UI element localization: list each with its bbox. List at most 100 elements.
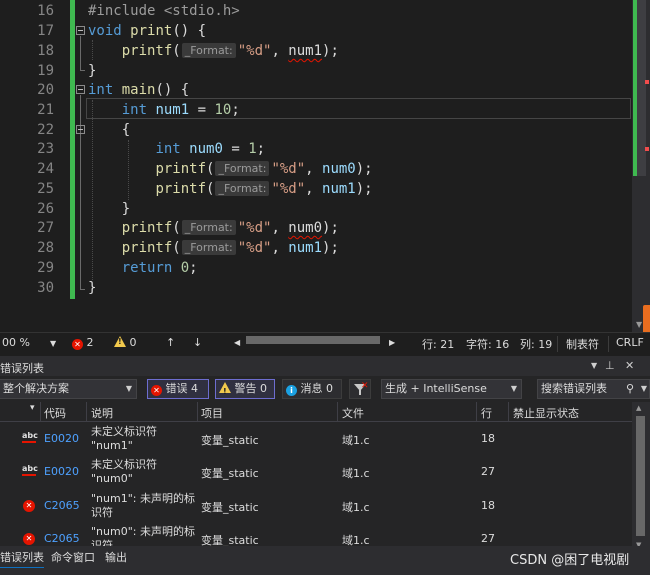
fold-guide xyxy=(80,36,81,70)
error-list-scrollbar[interactable]: ▲ ▼ xyxy=(632,402,650,552)
tab-output[interactable]: 输出 xyxy=(105,549,127,565)
warning-icon xyxy=(219,382,231,401)
build-source-value: 生成 + IntelliSense xyxy=(385,382,487,395)
column-header-suppression[interactable]: 禁止显示状态 xyxy=(513,405,579,421)
info-icon: i xyxy=(286,385,297,396)
string-literal: "%d" xyxy=(237,240,272,256)
tab-command-window[interactable]: 命令窗口 xyxy=(51,549,95,565)
code-line-29: return 0; xyxy=(121,260,198,276)
code-line-18: printf(_Format: "%d", num1); xyxy=(121,43,339,59)
error-code-link[interactable]: C2065 xyxy=(44,499,80,512)
collapse-icon[interactable] xyxy=(76,26,85,35)
scroll-down-icon[interactable]: ▼ xyxy=(636,320,642,329)
warning-indicator[interactable]: 0 xyxy=(114,336,137,349)
chevron-down-icon[interactable]: ▼ xyxy=(641,380,647,398)
horizontal-scrollbar-thumb[interactable] xyxy=(246,336,380,344)
variable: num0 xyxy=(322,161,356,177)
scrollbar-thumb[interactable] xyxy=(636,416,645,536)
column-divider[interactable] xyxy=(197,402,198,422)
column-header-project[interactable]: 项目 xyxy=(201,405,223,421)
errors-filter-button[interactable]: ✕ 错误 4 xyxy=(147,379,209,399)
next-issue-arrow-icon[interactable]: ↓ xyxy=(193,336,202,349)
scope-dropdown[interactable]: 整个解决方案 ▼ xyxy=(0,379,137,399)
table-row[interactable]: abc E0020 未定义标识符 "num0" 变量_static 域1.c 2… xyxy=(0,456,632,489)
error-squiggle-identifier[interactable]: num1 xyxy=(288,43,322,59)
scroll-left-icon[interactable]: ◀ xyxy=(234,338,240,347)
search-icon[interactable]: ⚲ xyxy=(626,380,634,398)
code-editor[interactable]: 16 17 18 19 20 21 22 23 24 25 26 27 28 2… xyxy=(0,0,650,332)
side-panel-tab[interactable] xyxy=(643,305,650,332)
table-row[interactable]: abc E0020 未定义标识符 "num1" 变量_static 域1.c 1… xyxy=(0,423,632,456)
function-call: printf xyxy=(155,161,207,177)
error-list-search-input[interactable]: 搜索错误列表 ⚲ ▼ xyxy=(537,379,650,399)
line-number: 27 xyxy=(37,220,54,236)
table-row[interactable]: ✕ C2065 "num1": 未声明的标识符 变量_static 域1.c 1… xyxy=(0,490,632,523)
code-line-25: printf(_Format: "%d", num1); xyxy=(155,181,373,197)
column-divider[interactable] xyxy=(337,402,338,422)
error-overview-marker[interactable] xyxy=(645,80,649,84)
inlay-hint: _Format: xyxy=(181,43,236,58)
function-call: printf xyxy=(121,43,173,59)
include-directive: #include <stdio.h> xyxy=(88,3,240,19)
error-line: 27 xyxy=(481,465,495,478)
error-squiggle-identifier[interactable]: num0 xyxy=(288,220,322,236)
line-ending[interactable]: CRLF xyxy=(616,336,644,349)
scroll-right-icon[interactable]: ▶ xyxy=(389,338,395,347)
collapse-icon[interactable] xyxy=(76,85,85,94)
sort-icon[interactable]: ▾ xyxy=(30,403,35,413)
error-indicator[interactable]: ✕ 2 xyxy=(72,336,94,350)
variable: num1 xyxy=(155,102,190,118)
string-literal: "%d" xyxy=(271,161,306,177)
column-indicator[interactable]: 列: 19 xyxy=(520,336,552,352)
zoom-level[interactable]: 00 % xyxy=(2,336,30,349)
collapse-icon[interactable] xyxy=(76,125,85,134)
error-overview-marker[interactable] xyxy=(645,147,649,151)
line-number: 29 xyxy=(37,260,54,276)
zoom-dropdown-icon[interactable]: ▼ xyxy=(50,339,56,348)
horizontal-scrollbar[interactable] xyxy=(246,336,380,344)
tab-error-list[interactable]: 错误列表 xyxy=(0,549,44,568)
error-code-link[interactable]: E0020 xyxy=(44,465,79,478)
fold-guide-end xyxy=(80,289,85,290)
change-tracking-bar xyxy=(70,0,75,299)
keyword-int: int xyxy=(155,141,181,157)
keyword-int: int xyxy=(88,82,114,98)
line-indicator[interactable]: 行: 21 xyxy=(422,336,454,352)
error-icon: ✕ xyxy=(72,339,83,350)
column-header-file[interactable]: 文件 xyxy=(342,405,364,421)
column-divider[interactable] xyxy=(508,402,509,422)
scroll-up-icon[interactable]: ▲ xyxy=(636,404,641,412)
column-header-description[interactable]: 说明 xyxy=(91,405,113,421)
column-divider[interactable] xyxy=(476,402,477,422)
previous-issue-arrow-icon[interactable]: ↑ xyxy=(166,336,175,349)
function-name: main xyxy=(121,82,156,98)
inlay-hint: _Format: xyxy=(215,181,270,196)
error-project: 变量_static xyxy=(201,467,259,480)
panel-title: 错误列表 xyxy=(0,362,44,375)
error-code-link[interactable]: C2065 xyxy=(44,532,80,545)
error-file: 域1.c xyxy=(342,467,370,480)
table-row[interactable]: ✕ C2065 "num0": 未声明的标识符 变量_static 域1.c 2… xyxy=(0,523,632,546)
divider xyxy=(608,336,609,352)
build-source-dropdown[interactable]: 生成 + IntelliSense ▼ xyxy=(381,379,522,399)
indent-mode[interactable]: 制表符 xyxy=(566,336,599,352)
close-icon[interactable]: ✕ xyxy=(625,359,634,372)
inlay-hint: _Format: xyxy=(181,240,236,255)
column-divider[interactable] xyxy=(86,402,87,422)
code-line-27: printf(_Format: "%d", num0); xyxy=(121,220,339,236)
column-header-line[interactable]: 行 xyxy=(481,405,492,421)
messages-filter-button[interactable]: i 消息 0 xyxy=(282,379,342,399)
error-project: 变量_static xyxy=(201,501,259,514)
error-code-link[interactable]: E0020 xyxy=(44,432,79,445)
watermark: CSDN @困了电视剧 xyxy=(510,553,630,568)
function-name: print xyxy=(130,23,173,39)
char-indicator[interactable]: 字符: 16 xyxy=(466,336,509,352)
window-position-dropdown-icon[interactable]: ▼ xyxy=(591,361,597,370)
inlay-hint: _Format: xyxy=(181,220,236,235)
column-header-code[interactable]: 代码 xyxy=(44,405,66,421)
editor-vertical-scrollbar[interactable]: ▼ xyxy=(632,0,650,332)
warnings-filter-button[interactable]: 警告 0 xyxy=(215,379,275,401)
column-divider[interactable] xyxy=(40,402,41,422)
errors-filter-label: 错误 4 xyxy=(165,382,199,395)
pin-icon[interactable]: ⊥ xyxy=(605,359,615,372)
